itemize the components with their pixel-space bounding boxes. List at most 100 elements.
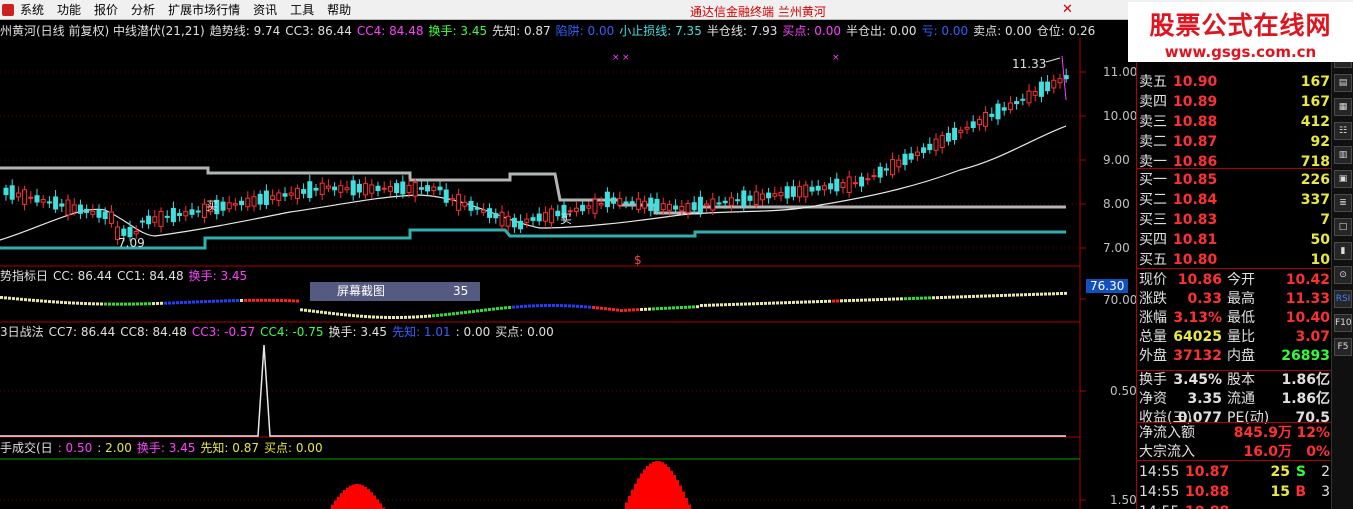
chart-icon[interactable]: ☷ (1334, 122, 1352, 140)
candle-body (462, 201, 468, 207)
menu-item-extended-market[interactable]: 扩展市场行情 (165, 1, 250, 18)
stat-value: 3.45% (1173, 372, 1222, 388)
stat-value: 3.07 (1295, 329, 1330, 345)
indicator2-dot (236, 299, 239, 303)
indicator2-dot (412, 315, 415, 319)
indicator2-dot (12, 297, 15, 301)
indicator-value: CC3: 86.44 (285, 24, 352, 38)
indicator2-dot (792, 300, 795, 304)
candle-body (530, 217, 536, 221)
indicator2-dot (216, 299, 219, 303)
indicator2-dot (1048, 292, 1051, 296)
rsi-icon[interactable]: RSI (1334, 290, 1352, 308)
indicator2-dot (736, 302, 739, 306)
indicator2-dot (144, 302, 147, 306)
bars-icon[interactable]: ▮ (1334, 242, 1352, 260)
order-price: 10.83 (1173, 212, 1218, 228)
order-book-row[interactable]: 卖四 10.89 167 (1139, 92, 1332, 112)
book-icon[interactable]: ▤ (1334, 74, 1352, 92)
order-book-row[interactable]: 卖三 10.88 412 (1139, 112, 1332, 132)
indicator2-dot (652, 307, 655, 311)
candle-body (170, 207, 176, 223)
indicator2-dot (224, 299, 227, 303)
order-book-row[interactable]: 卖一 10.86 718 (1139, 152, 1332, 172)
indicator2-dot (788, 301, 791, 305)
order-price: 10.89 (1173, 94, 1218, 110)
quote-panel: 卖五 10.90 167 卖四 10.89 167 卖三 10.88 412 卖二 10.87 92 卖… (1136, 22, 1332, 509)
f5-icon[interactable]: F5 (1334, 338, 1352, 356)
order-book-row[interactable]: 买四 10.81 50 (1139, 230, 1332, 250)
order-book-row[interactable]: 卖五 10.90 167 (1139, 72, 1332, 92)
candle-body (15, 192, 21, 198)
candle-body (307, 181, 313, 199)
indicator2-dot (960, 295, 963, 299)
indicator2-dot (428, 314, 431, 318)
doc-icon[interactable]: ▥ (1334, 146, 1352, 164)
candle-body (852, 182, 858, 185)
box-icon[interactable]: □ (1334, 218, 1352, 236)
close-icon[interactable]: ✕ (1062, 2, 1073, 17)
indicator2-dot (896, 297, 899, 301)
histogram-bar (658, 461, 661, 509)
grid-icon[interactable]: ▦ (1334, 98, 1352, 116)
menu-item-function[interactable]: 功能 (54, 1, 91, 18)
menu-item-tools[interactable]: 工具 (287, 1, 324, 18)
histogram-bar (352, 484, 355, 509)
histogram-bar (652, 461, 655, 509)
order-book-row[interactable]: 买二 10.84 337 (1139, 190, 1332, 210)
stat-label: 流通 (1227, 391, 1255, 407)
order-volume: 10 (1310, 252, 1330, 268)
indicator2-dot (1056, 292, 1059, 296)
indicator2-dot (28, 298, 31, 302)
candle-body (983, 112, 989, 127)
window-title: 通达信金融终端 兰州黄河 (690, 5, 826, 19)
axis-label: 9.00 (1103, 153, 1130, 167)
indicator-value: CC4: 84.48 (356, 24, 424, 38)
candle-body (387, 185, 393, 192)
indicator2-dot (348, 313, 351, 317)
indicator2-dot (1012, 293, 1015, 297)
order-price: 10.86 (1173, 154, 1218, 170)
order-book-row[interactable]: 买五 10.80 10 (1139, 250, 1332, 270)
menu-item-system[interactable]: 系统 (17, 1, 54, 18)
indicator2-dot (356, 314, 359, 318)
stat-value: 3.35 (1187, 391, 1222, 407)
indicator-value: 亏: 0.00 (921, 24, 969, 38)
menu-item-quote[interactable]: 报价 (91, 1, 128, 18)
indicator2-dot (936, 296, 939, 300)
menu-item-help[interactable]: 帮助 (324, 1, 361, 18)
candle-body (363, 183, 369, 196)
indicator2-dot (740, 302, 743, 306)
menu-item-info[interactable]: 资讯 (250, 1, 287, 18)
order-book-row[interactable]: 买一 10.85 226 (1139, 170, 1332, 190)
indicator2-dot (404, 315, 407, 319)
indicator2-dot (704, 303, 707, 307)
indicator2-dot (464, 310, 467, 314)
candle-body (152, 216, 158, 223)
lines-icon[interactable]: ≣ (1334, 194, 1352, 212)
indicator2-dot (500, 306, 503, 310)
indicator2-dot (564, 304, 567, 308)
order-book-row[interactable]: 卖二 10.87 92 (1139, 132, 1332, 152)
f10-icon[interactable]: F10 (1334, 314, 1352, 332)
indicator2-dot (840, 299, 843, 303)
indicator2-dot (864, 298, 867, 302)
candle-body (505, 215, 511, 227)
search-icon[interactable]: ⊙ (1334, 266, 1352, 284)
screenshot-tooltip[interactable]: 屏幕截图 35 (310, 282, 480, 301)
quote-stat-row: 净资 3.35 流通 1.86亿 (1139, 389, 1332, 409)
kline-chart[interactable]: 11.33 7.09 买 买 $ × × × (0, 38, 1136, 509)
candle-body (518, 220, 524, 230)
indicator2-dot (796, 300, 799, 304)
calc-icon[interactable]: ▣ (1334, 170, 1352, 188)
indicator2-dot (1036, 292, 1039, 296)
indicator2-dot (516, 305, 519, 309)
indicator2-dot (248, 298, 251, 302)
order-volume: 337 (1300, 192, 1330, 208)
candle-body (976, 119, 982, 126)
indicator2-dot (1052, 292, 1055, 296)
indicator2-dot (40, 299, 43, 303)
menu-item-analysis[interactable]: 分析 (128, 1, 165, 18)
order-book-row[interactable]: 买三 10.83 7 (1139, 210, 1332, 230)
candle-body (239, 200, 245, 206)
